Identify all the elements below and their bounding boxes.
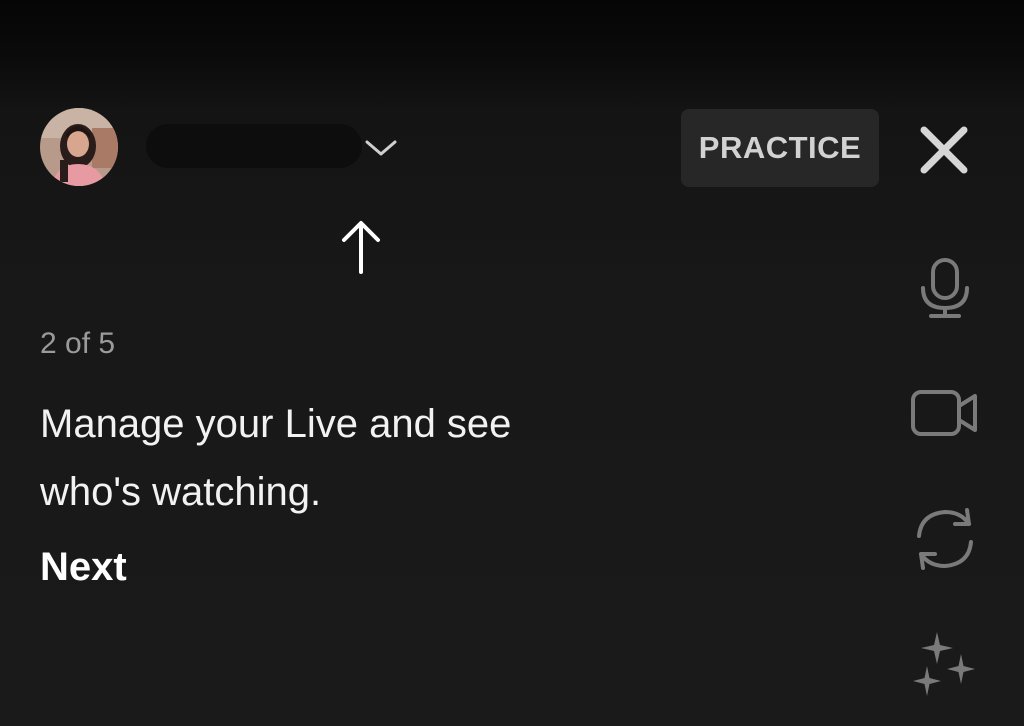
arrow-up-icon <box>338 218 384 276</box>
avatar[interactable] <box>40 108 118 186</box>
close-icon[interactable] <box>914 120 974 180</box>
live-setup-screen: PRACTICE 2 of 5 Manage your Live and see… <box>0 0 1024 726</box>
avatar-image <box>40 108 118 186</box>
flip-camera-icon[interactable] <box>905 498 985 578</box>
step-counter: 2 of 5 <box>40 327 116 360</box>
practice-button[interactable]: PRACTICE <box>681 109 879 187</box>
next-button[interactable]: Next <box>40 545 127 590</box>
account-name[interactable] <box>146 124 362 168</box>
video-camera-icon[interactable] <box>905 372 985 452</box>
tooltip-message: Manage your Live and see who's watching. <box>40 402 512 514</box>
microphone-icon[interactable] <box>905 248 985 328</box>
chevron-down-icon[interactable] <box>364 136 398 158</box>
sparkles-icon[interactable] <box>905 626 985 706</box>
